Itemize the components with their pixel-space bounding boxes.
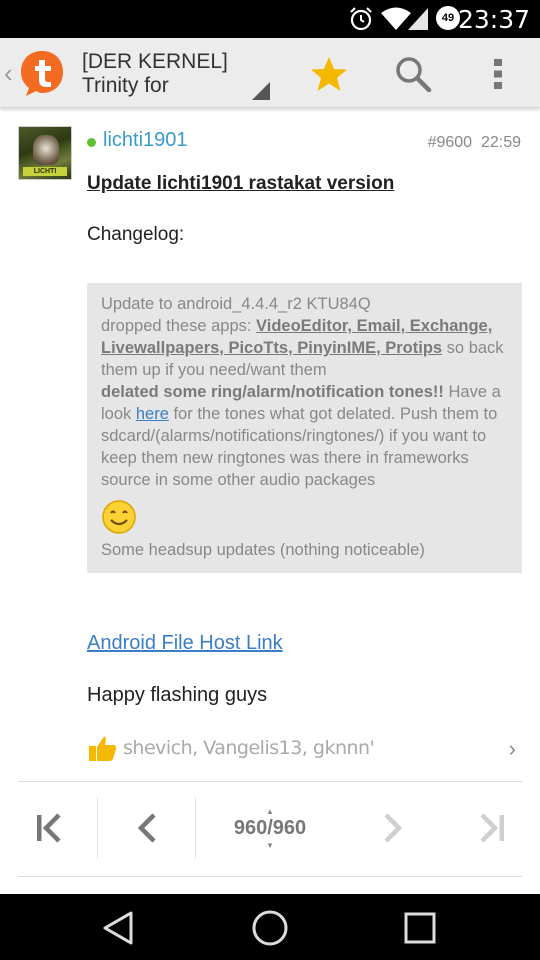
last-page-icon bbox=[479, 813, 504, 843]
star-icon bbox=[311, 57, 347, 91]
back-icon bbox=[103, 911, 133, 945]
home-button[interactable] bbox=[248, 906, 292, 950]
post-divider bbox=[18, 781, 522, 782]
headsup-text: Some headsup updates (nothing noticeable… bbox=[101, 541, 425, 559]
previous-page-button[interactable] bbox=[98, 797, 195, 859]
post-time: 22:59 bbox=[480, 134, 521, 151]
recents-icon bbox=[404, 912, 436, 944]
current-page: 960 bbox=[233, 816, 268, 839]
post-username[interactable]: lichti1901 bbox=[103, 129, 188, 152]
page-selector[interactable]: ▲ 960/960 ▼ bbox=[196, 797, 344, 859]
avatar-image bbox=[33, 135, 59, 165]
thanks-row[interactable]: shevich, Vangelis13, gknnn' › bbox=[87, 734, 522, 764]
online-status-dot bbox=[87, 138, 96, 147]
post-meta: #9600 22:59 bbox=[428, 134, 521, 152]
signal-icon bbox=[408, 8, 428, 30]
first-page-icon bbox=[36, 813, 61, 843]
first-page-button[interactable] bbox=[0, 797, 97, 859]
pager-bottom-divider bbox=[18, 876, 522, 877]
dropdown-indicator-icon bbox=[252, 82, 270, 100]
search-icon bbox=[396, 57, 432, 93]
home-icon bbox=[252, 910, 288, 946]
post-title: Update lichti1901 rastakat version bbox=[87, 173, 395, 194]
post-number: #9600 bbox=[427, 134, 473, 151]
next-page-button[interactable] bbox=[344, 797, 441, 859]
thread-title-line2: Trinity for bbox=[82, 74, 169, 97]
up-chevron-icon[interactable]: ‹ bbox=[4, 58, 13, 89]
avatar[interactable]: LICHTI bbox=[18, 126, 72, 180]
smiley-icon bbox=[102, 500, 136, 534]
clock: 23:37 bbox=[457, 5, 530, 34]
page-up-arrow-icon: ▲ bbox=[266, 806, 274, 816]
thread-title-line1: [DER KERNEL] bbox=[82, 50, 228, 73]
closing-text: Happy flashing guys bbox=[87, 684, 268, 706]
chevron-right-icon: › bbox=[508, 736, 516, 761]
search-button[interactable] bbox=[391, 52, 435, 96]
quote-block: Update to android_4.4.4_r2 KTU84Q droppe… bbox=[87, 283, 522, 573]
battery-icon: 49 bbox=[436, 6, 460, 30]
alarm-icon bbox=[350, 7, 372, 31]
changelog-label: Changelog: bbox=[87, 224, 185, 245]
page-down-arrow-icon: ▼ bbox=[266, 840, 274, 850]
status-bar: 49 23:37 bbox=[0, 0, 540, 38]
thread-title[interactable]: [DER KERNEL] Trinity for bbox=[82, 50, 228, 98]
tones-warning: delated some ring/alarm/notification ton… bbox=[101, 383, 444, 401]
quote-line1: Update to android_4.4.4_r2 KTU84Q bbox=[101, 295, 371, 313]
app-bar: ‹ [DER KERNEL] Trinity for bbox=[0, 38, 540, 108]
chevron-left-icon bbox=[137, 813, 156, 843]
avatar-tag: LICHTI bbox=[23, 167, 67, 176]
overflow-menu-icon bbox=[494, 59, 502, 89]
android-file-host-link[interactable]: Android File Host Link bbox=[87, 632, 283, 655]
dropped-prefix: dropped these apps: bbox=[101, 317, 257, 335]
tapatalk-logo[interactable] bbox=[17, 48, 67, 98]
recents-button[interactable] bbox=[398, 906, 442, 950]
navigation-bar bbox=[0, 894, 540, 960]
thumbs-up-icon bbox=[89, 736, 117, 761]
pager: ▲ 960/960 ▼ bbox=[0, 797, 540, 859]
back-button[interactable] bbox=[96, 906, 140, 950]
page-indicator: ▲ 960/960 ▼ bbox=[233, 807, 307, 850]
overflow-menu-button[interactable] bbox=[476, 52, 520, 96]
last-page-button[interactable] bbox=[443, 797, 540, 859]
total-pages: 960 bbox=[272, 816, 307, 839]
tones-link[interactable]: here bbox=[136, 405, 169, 423]
thanks-names: shevich, Vangelis13, gknnn' bbox=[123, 737, 375, 759]
star-button[interactable] bbox=[307, 52, 351, 96]
chevron-right-icon bbox=[383, 813, 402, 843]
